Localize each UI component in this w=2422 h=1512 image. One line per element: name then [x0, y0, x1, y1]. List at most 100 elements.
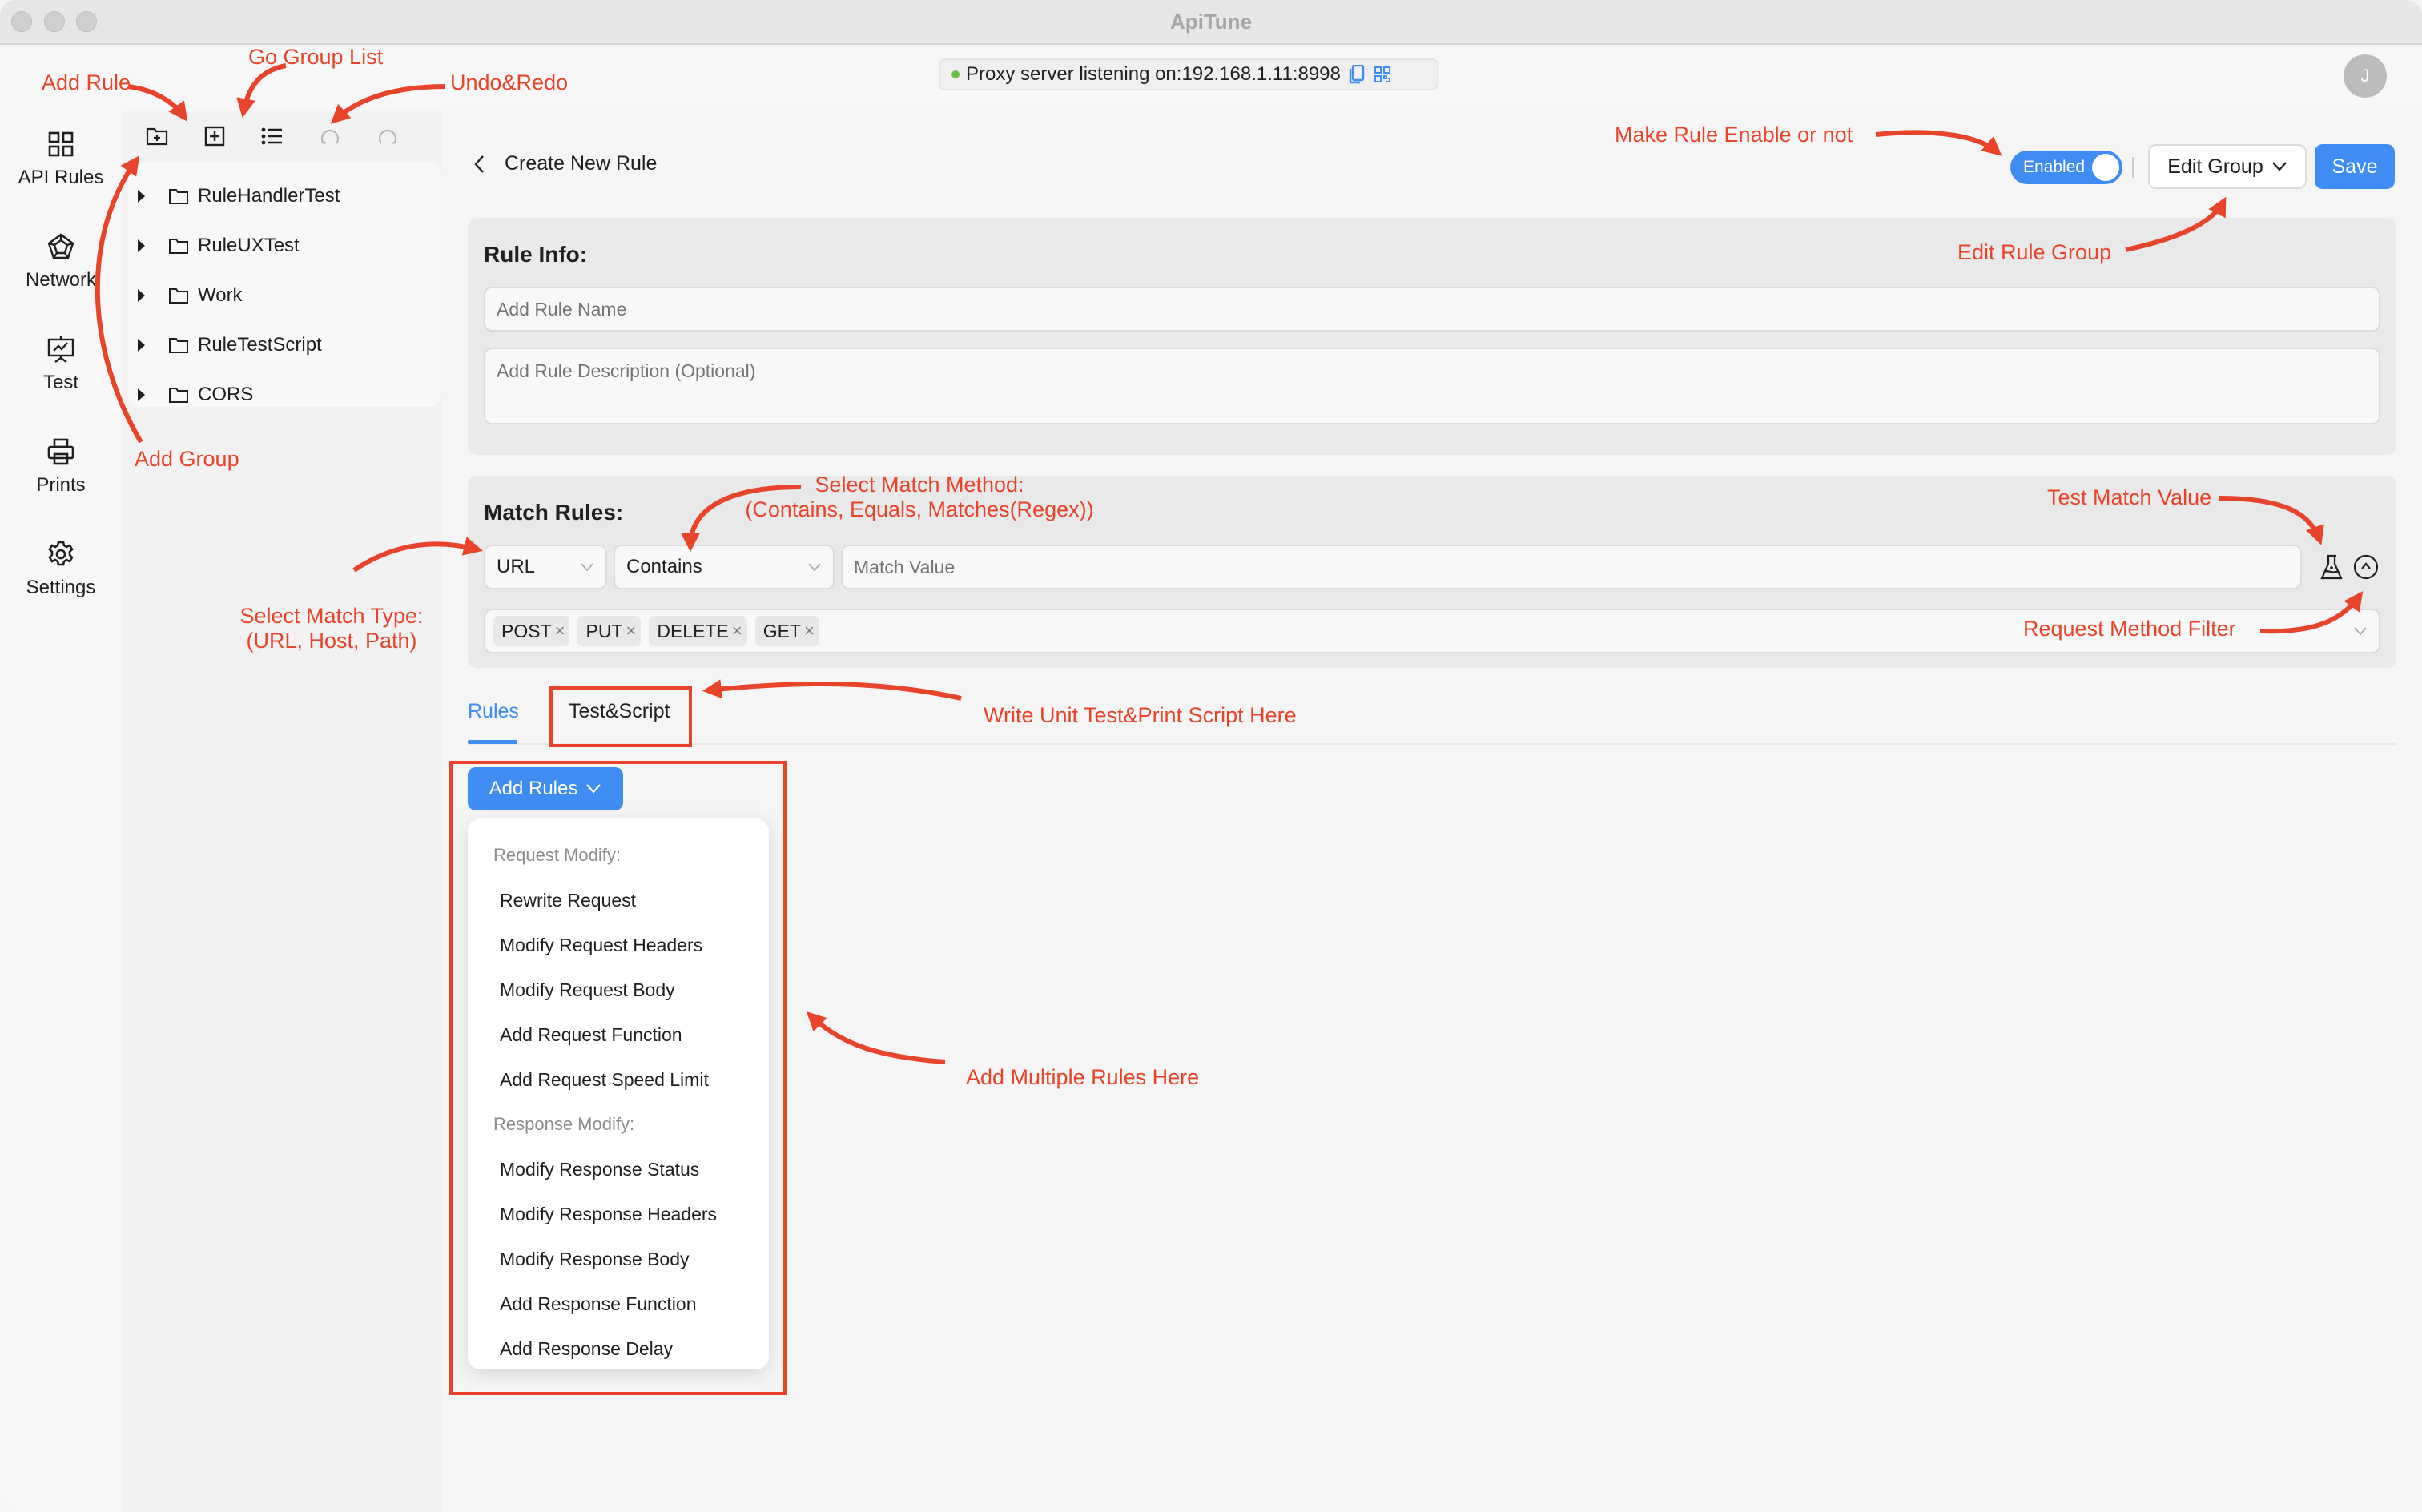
chevron-left-icon[interactable] — [471, 153, 489, 175]
nav-label: Prints — [36, 474, 86, 496]
toggle-knob — [2092, 154, 2119, 181]
remove-tag-icon[interactable]: × — [555, 621, 565, 641]
folder-plus-icon — [146, 127, 168, 146]
annotation-edit-rule-group: Edit Rule Group — [1957, 240, 2112, 264]
edit-group-label: Edit Group — [2167, 155, 2263, 178]
active-tab-indicator — [468, 740, 517, 744]
nav-item-network[interactable]: Network — [0, 232, 122, 292]
match-type-select[interactable]: URL — [484, 545, 607, 589]
page-title: Create New Rule — [505, 152, 658, 175]
edit-group-dropdown[interactable]: Edit Group — [2148, 144, 2307, 189]
list-icon — [261, 127, 282, 145]
annotation-add-rule: Add Rule — [42, 70, 131, 94]
chevron-down-icon — [581, 563, 593, 572]
folder-icon — [169, 388, 188, 403]
group-name: Work — [198, 284, 243, 306]
expand-caret-icon[interactable] — [138, 239, 145, 252]
nav-item-prints[interactable]: Prints — [0, 437, 122, 497]
printer-icon — [47, 438, 74, 465]
remove-tag-icon[interactable]: × — [804, 621, 815, 641]
network-icon — [47, 233, 74, 259]
annotation-make-rule-enable: Make Rule Enable or not — [1615, 123, 1853, 147]
nav-label: Network — [25, 269, 97, 291]
annotation-test-match-value: Test Match Value — [2047, 485, 2212, 509]
annotation-write-unit-test: Write Unit Test&Print Script Here — [984, 703, 1297, 727]
nav-item-settings[interactable]: Settings — [0, 540, 122, 599]
annotation-select-match-type: Select Match Type: (URL, Host, Path) — [227, 604, 436, 653]
annotation-add-multiple-rules: Add Multiple Rules Here — [966, 1065, 1200, 1089]
annotation-line: (Contains, Equals, Matches(Regex)) — [745, 497, 1094, 521]
remove-tag-icon[interactable]: × — [732, 621, 742, 641]
window-title: ApiTune — [1169, 10, 1253, 34]
left-nav: API Rules Network Test Prints Settings — [0, 111, 122, 1512]
group-toolbar — [131, 111, 400, 162]
annotation-line: Select Match Method: — [815, 472, 1024, 497]
rule-description-textarea[interactable] — [484, 348, 2380, 424]
proxy-status-text: Proxy server listening on:192.168.1.11:8… — [966, 63, 1341, 85]
redo-button[interactable] — [375, 123, 400, 149]
add-group-button[interactable] — [144, 123, 170, 149]
redo-icon — [378, 129, 397, 145]
expand-caret-icon[interactable] — [138, 289, 145, 302]
copy-icon[interactable] — [1347, 65, 1366, 84]
square-plus-icon — [204, 126, 225, 147]
annotation-select-match-method: Select Match Method: (Contains, Equals, … — [743, 472, 1096, 522]
page-header: Create New Rule — [471, 152, 657, 175]
match-rules-title: Match Rules: — [484, 500, 624, 525]
group-item[interactable]: Work — [128, 271, 441, 320]
annotation-undo-redo: Undo&Redo — [450, 70, 569, 94]
tab-rules[interactable]: Rules — [468, 700, 519, 723]
annotation-go-group-list: Go Group List — [248, 45, 384, 69]
chevron-up-circle-icon[interactable] — [2353, 554, 2379, 580]
group-list-button[interactable] — [260, 123, 285, 149]
folder-icon — [169, 338, 188, 353]
method-tag-label: DELETE — [657, 620, 729, 641]
undo-button[interactable] — [317, 123, 343, 149]
flask-icon[interactable] — [2319, 554, 2344, 580]
chevron-down-icon — [2271, 162, 2287, 171]
chevron-down-icon — [2354, 627, 2367, 636]
add-rule-button[interactable] — [202, 123, 227, 149]
method-tag: PUT × — [577, 616, 642, 646]
folder-icon — [169, 288, 188, 304]
expand-caret-icon[interactable] — [138, 388, 145, 401]
group-item[interactable]: RuleHandlerTest — [128, 171, 441, 221]
annotation-request-method-filter: Request Method Filter — [2023, 617, 2236, 641]
annotation-line: Select Match Type: — [239, 604, 424, 628]
nav-item-api-rules[interactable]: API Rules — [0, 130, 122, 189]
title-bar: ApiTune — [0, 0, 2422, 45]
method-tag-label: POST — [501, 620, 552, 641]
match-value-input[interactable] — [841, 545, 2302, 589]
method-tag-label: GET — [762, 620, 801, 641]
group-name: CORS — [198, 384, 254, 405]
nav-item-test[interactable]: Test — [0, 335, 122, 394]
group-item[interactable]: RuleTestScript — [128, 320, 441, 370]
method-tag: DELETE × — [649, 616, 747, 646]
match-method-value: Contains — [626, 556, 702, 577]
method-tag: POST × — [493, 616, 570, 646]
method-tag: GET × — [754, 616, 819, 646]
undo-icon — [320, 129, 340, 145]
presentation-chart-icon — [47, 336, 74, 363]
nav-label: Test — [42, 372, 78, 393]
group-panel: RuleHandlerTest RuleUXTest Work RuleTest… — [122, 111, 442, 1512]
group-item[interactable]: RuleUXTest — [128, 221, 441, 271]
annotation-add-group: Add Group — [135, 447, 239, 471]
annotation-line: (URL, Host, Path) — [246, 629, 417, 653]
avatar[interactable]: J — [2344, 54, 2387, 98]
remove-tag-icon[interactable]: × — [626, 621, 636, 641]
expand-caret-icon[interactable] — [138, 339, 145, 352]
group-item[interactable]: CORS — [128, 370, 441, 420]
group-name: RuleHandlerTest — [198, 185, 340, 207]
expand-caret-icon[interactable] — [138, 190, 145, 203]
folder-icon — [169, 189, 188, 204]
rule-info-title: Rule Info: — [484, 242, 588, 267]
enabled-toggle[interactable]: Enabled — [2010, 151, 2122, 184]
match-method-select[interactable]: Contains — [614, 545, 835, 589]
save-button[interactable]: Save — [2315, 144, 2395, 189]
qr-code-icon[interactable] — [1373, 65, 1392, 84]
rule-name-input[interactable] — [484, 287, 2380, 332]
gear-icon — [48, 541, 74, 566]
group-tree: RuleHandlerTest RuleUXTest Work RuleTest… — [128, 162, 441, 407]
app-window: ApiTune Proxy server listening on:192.16… — [0, 0, 2422, 1512]
